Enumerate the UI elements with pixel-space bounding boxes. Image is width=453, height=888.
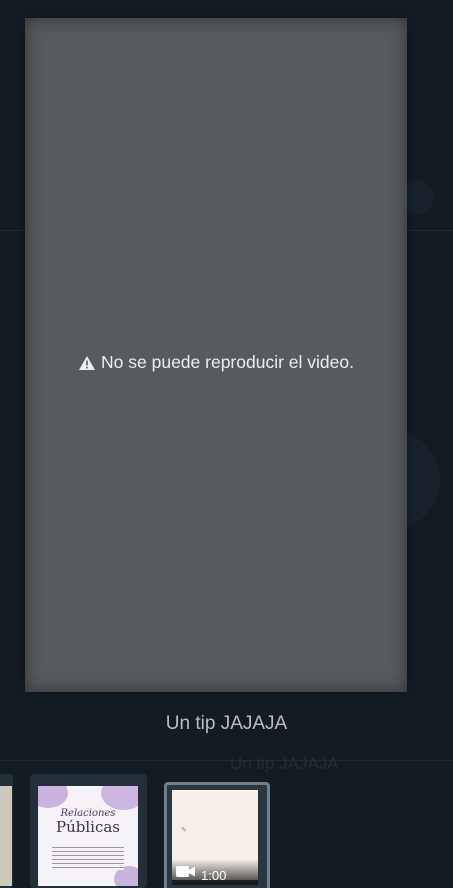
thumbnail-item-selected[interactable]: ✎ 1:00 <box>164 782 270 888</box>
thumbnail-item[interactable] <box>0 774 13 888</box>
video-camera-icon <box>176 865 196 883</box>
video-player[interactable]: No se puede reproducir el video. <box>25 18 407 692</box>
thumbnail-text-lines <box>52 844 124 870</box>
video-info-bar: 1:00 <box>172 859 258 885</box>
thumbnail-mark: ✎ <box>181 827 187 834</box>
video-duration: 1:00 <box>201 868 227 883</box>
thumbnail-strip: Relaciones Públicas ✎ 1:00 <box>0 770 453 888</box>
thumbnail-item[interactable]: Relaciones Públicas <box>30 774 147 888</box>
thumbnail-title-main: Públicas <box>56 818 120 836</box>
media-caption: Un tip JAJAJA <box>165 713 288 734</box>
playback-error: No se puede reproducir el video. <box>25 352 407 373</box>
thumbnail-image <box>0 786 12 886</box>
background-divider <box>0 760 453 761</box>
thumbnail-image: Relaciones Públicas <box>38 786 138 886</box>
media-viewer-overlay: Un tip JAJAJA No se puede reproducir el … <box>0 0 453 888</box>
error-message: No se puede reproducir el video. <box>101 352 354 372</box>
warning-icon <box>78 355 96 371</box>
